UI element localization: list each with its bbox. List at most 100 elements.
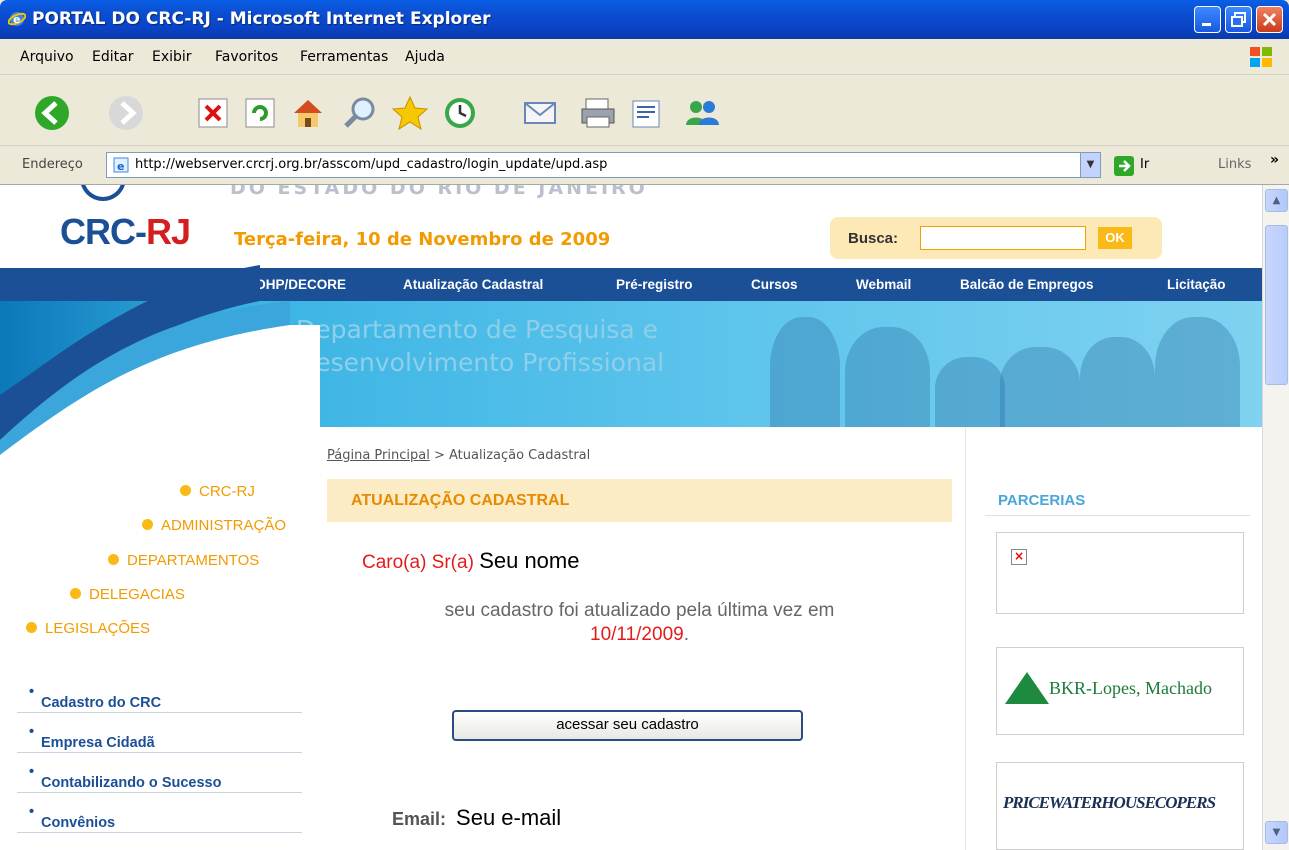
menu-editar[interactable]: Editar bbox=[92, 49, 133, 65]
banner-text: Departamento de Pesquisa e Desenvolviment… bbox=[296, 313, 664, 379]
minimize-button[interactable] bbox=[1194, 6, 1221, 33]
partners-divider bbox=[985, 515, 1250, 516]
address-dropdown-button[interactable]: ▼ bbox=[1080, 153, 1100, 177]
header-tagline: DO ESTADO DO RIO DE JANEIRO bbox=[230, 185, 648, 199]
nav-atualizacao-cadastral[interactable]: Atualização Cadastral bbox=[403, 277, 543, 292]
address-bar: Endereço e http://webserver.crcrj.org.br… bbox=[0, 146, 1289, 185]
links-label[interactable]: Links bbox=[1218, 157, 1251, 172]
update-info: seu cadastro foi atualizado pela última … bbox=[327, 599, 952, 647]
scroll-down-button[interactable]: ▼ bbox=[1265, 821, 1288, 844]
banner-line2: Desenvolvimento Profissional bbox=[296, 348, 665, 377]
left-list-item[interactable]: • Cadastro do CRC bbox=[17, 673, 302, 713]
search-input[interactable] bbox=[920, 226, 1086, 250]
maximize-button[interactable] bbox=[1225, 6, 1252, 33]
address-url: http://webserver.crcrj.org.br/asscom/upd… bbox=[135, 157, 608, 172]
stop-icon[interactable] bbox=[193, 93, 233, 133]
left-list-item[interactable]: • Contabilizando o Sucesso bbox=[17, 753, 302, 793]
left-menu-crc-rj[interactable]: CRC-RJ bbox=[180, 483, 255, 500]
logo-ring-icon bbox=[80, 185, 126, 201]
go-button[interactable]: Ir bbox=[1140, 157, 1149, 172]
nav-webmail[interactable]: Webmail bbox=[856, 277, 911, 292]
nav-pre-registro[interactable]: Pré-registro bbox=[616, 277, 693, 292]
address-label: Endereço bbox=[22, 157, 83, 172]
scroll-up-button[interactable]: ▲ bbox=[1265, 189, 1288, 212]
left-menu-administracao[interactable]: ADMINISTRAÇÃO bbox=[142, 517, 286, 534]
history-icon[interactable] bbox=[440, 93, 480, 133]
left-list-label: Convênios bbox=[41, 815, 116, 831]
search-icon[interactable] bbox=[340, 93, 380, 133]
breadcrumb-home-link[interactable]: Página Principal bbox=[327, 448, 430, 463]
breadcrumb: Página Principal > Atualização Cadastral bbox=[327, 448, 590, 463]
left-menu-label: DELEGACIAS bbox=[89, 586, 185, 603]
nav-licitacao[interactable]: Licitação bbox=[1167, 277, 1226, 292]
banner-person-photo bbox=[935, 357, 1005, 427]
go-arrow-icon[interactable] bbox=[1113, 155, 1135, 177]
partner-bkr-name: BKR-Lopes, Machado bbox=[1049, 678, 1212, 698]
bullet-icon bbox=[70, 588, 81, 599]
banner-line1: Departamento de Pesquisa e bbox=[296, 315, 658, 344]
home-icon[interactable] bbox=[288, 93, 328, 133]
bullet-icon bbox=[26, 622, 37, 633]
search-ok-button[interactable]: OK bbox=[1098, 227, 1132, 249]
scroll-thumb[interactable] bbox=[1265, 225, 1288, 385]
breadcrumb-separator: > bbox=[429, 448, 449, 463]
toolbar bbox=[0, 76, 1289, 146]
access-cadastro-button[interactable]: acessar seu cadastro bbox=[452, 710, 803, 741]
breadcrumb-current: Atualização Cadastral bbox=[449, 448, 591, 463]
svg-text:e: e bbox=[117, 160, 124, 173]
bullet-icon bbox=[142, 519, 153, 530]
print-icon[interactable] bbox=[578, 93, 618, 133]
nav-cursos[interactable]: Cursos bbox=[751, 277, 798, 292]
update-info-period: . bbox=[683, 624, 689, 645]
edit-icon[interactable] bbox=[627, 93, 667, 133]
left-menu-delegacias[interactable]: DELEGACIAS bbox=[70, 586, 185, 603]
menu-arquivo[interactable]: Arquivo bbox=[20, 49, 74, 65]
left-menu-label: CRC-RJ bbox=[199, 483, 255, 500]
favorites-icon[interactable] bbox=[390, 93, 430, 133]
greeting: Caro(a) Sr(a) Seu nome bbox=[362, 548, 579, 574]
section-header: ATUALIZAÇÃO CADASTRAL bbox=[327, 479, 952, 522]
close-icon bbox=[1262, 12, 1277, 27]
restore-icon bbox=[1231, 12, 1246, 27]
address-input[interactable]: e http://webserver.crcrj.org.br/asscom/u… bbox=[106, 152, 1101, 178]
windows-logo-icon bbox=[1250, 47, 1272, 67]
update-info-text: seu cadastro foi atualizado pela última … bbox=[444, 600, 835, 621]
broken-image-icon: × bbox=[1011, 549, 1027, 565]
search-box: Busca: OK bbox=[830, 217, 1162, 259]
partner-pwc-logo[interactable]: PRICEWATERHOUSECOPERS bbox=[996, 762, 1244, 850]
menu-favoritos[interactable]: Favoritos bbox=[215, 49, 278, 65]
user-name: Seu nome bbox=[479, 548, 580, 573]
partner-bkr-logo[interactable]: BKR-Lopes, Machado bbox=[996, 647, 1244, 735]
menu-ajuda[interactable]: Ajuda bbox=[405, 49, 445, 65]
left-list-item[interactable]: • Empresa Cidadã bbox=[17, 713, 302, 753]
search-label: Busca: bbox=[848, 230, 899, 247]
banner-person-photo bbox=[770, 317, 840, 427]
back-icon[interactable] bbox=[32, 93, 72, 133]
partner-broken-image[interactable]: × bbox=[996, 532, 1244, 614]
left-list-label: Cadastro do CRC bbox=[41, 695, 162, 711]
mail-icon[interactable] bbox=[520, 93, 560, 133]
greeting-prefix: Caro(a) Sr(a) bbox=[362, 552, 474, 573]
left-menu-legislacoes[interactable]: LEGISLAÇÕES bbox=[26, 620, 150, 637]
left-menu-departamentos[interactable]: DEPARTAMENTOS bbox=[108, 552, 259, 569]
nav-balcao-de-empregos[interactable]: Balcão de Empregos bbox=[960, 277, 1094, 292]
bkr-triangle-icon bbox=[1005, 672, 1049, 704]
close-button[interactable] bbox=[1256, 6, 1283, 33]
window-title: PORTAL DO CRC-RJ - Microsoft Internet Ex… bbox=[32, 9, 491, 29]
forward-icon[interactable] bbox=[106, 93, 146, 133]
messenger-icon[interactable] bbox=[682, 93, 722, 133]
ie-icon: e bbox=[8, 12, 26, 26]
vertical-scrollbar[interactable]: ▲ ▼ bbox=[1262, 185, 1289, 850]
bullet-icon bbox=[180, 485, 191, 496]
menu-ferramentas[interactable]: Ferramentas bbox=[300, 49, 388, 65]
left-list-item[interactable]: • Convênios bbox=[17, 793, 302, 833]
last-update-date: 10/11/2009 bbox=[590, 624, 684, 645]
crc-rj-logo[interactable]: CRC-RJ bbox=[60, 211, 191, 253]
current-date: Terça-feira, 10 de Novembro de 2009 bbox=[234, 229, 611, 250]
partner-pwc-name: PRICEWATERHOUSECOPERS bbox=[1003, 793, 1216, 812]
refresh-icon[interactable] bbox=[240, 93, 280, 133]
menu-exibir[interactable]: Exibir bbox=[152, 49, 192, 65]
links-chevron-icon[interactable]: » bbox=[1270, 152, 1279, 168]
svg-text:e: e bbox=[13, 13, 20, 26]
email-row: Email: Seu e-mail bbox=[392, 805, 561, 831]
